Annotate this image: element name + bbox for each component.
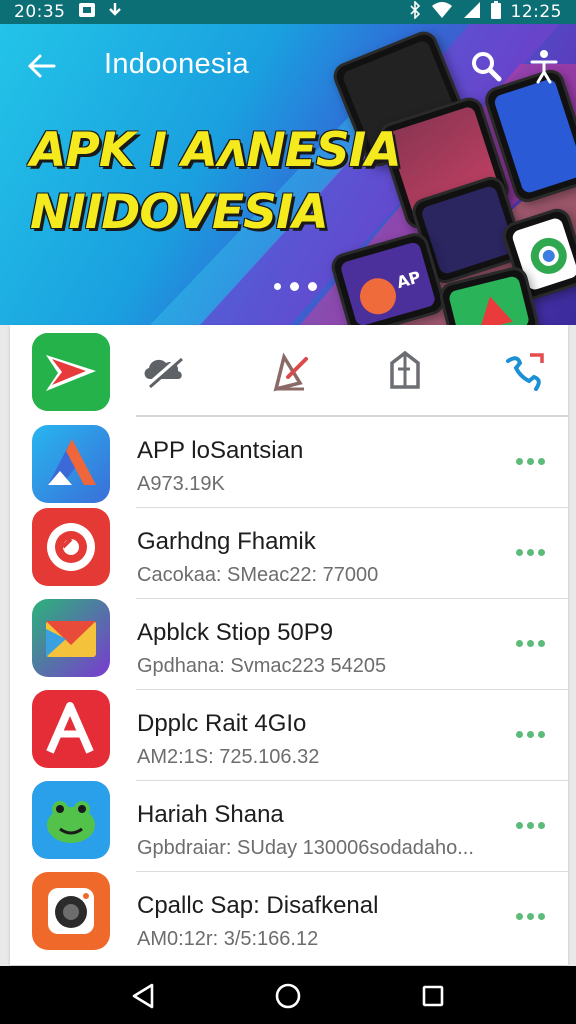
- status-time-secondary: 12:25: [510, 2, 562, 22]
- triangle-app-icon: [32, 425, 110, 503]
- quick-action-cloud[interactable]: [140, 347, 190, 393]
- battery-icon: [490, 0, 501, 24]
- status-bar: 20:35 12:25: [0, 0, 576, 24]
- camera-app-icon: [32, 872, 110, 950]
- app-subtitle: A973.19K: [137, 473, 225, 495]
- app-subtitle: AM2:1S: 725.106.32: [137, 746, 320, 768]
- list-item[interactable]: Apblck Stiop 50P9 Gpdhana: Svmac223 5420…: [10, 599, 568, 690]
- quick-actions-row: [10, 325, 568, 417]
- carousel-indicator[interactable]: [274, 282, 317, 291]
- nav-home-button[interactable]: [271, 979, 305, 1013]
- app-list-card: APP loSantsian A973.19K Garhdng Fhamik C…: [10, 325, 568, 965]
- more-options-button[interactable]: [516, 546, 550, 558]
- mail-app-icon: [32, 599, 110, 677]
- list-item[interactable]: Dpplc Rait 4GIo AM2:1S: 725.106.32: [10, 690, 568, 781]
- list-item[interactable]: APP loSantsian A973.19K: [10, 417, 568, 508]
- notification-icon: [78, 2, 96, 23]
- wifi-icon: [431, 1, 453, 24]
- letter-a-app-icon: [32, 690, 110, 768]
- app-subtitle: Gpdhana: Svmac223 54205: [137, 655, 387, 677]
- app-title: Cpallc Sap: Disafkenal: [137, 892, 379, 919]
- banner-headline: APK I AʌNESIA NIIDOVESIA: [30, 120, 402, 244]
- app-title: Garhdng Fhamik: [137, 528, 316, 555]
- nav-recents-button[interactable]: [416, 979, 450, 1013]
- gear-app-icon: [32, 508, 110, 586]
- banner-headline-line-2: NIIDOVESIA: [30, 185, 329, 240]
- search-button[interactable]: [466, 46, 506, 86]
- more-options-button[interactable]: [516, 819, 550, 831]
- navigation-bar: [0, 966, 576, 1024]
- play-store-icon: [32, 333, 110, 411]
- list-item[interactable]: Hariah Shana Gpbdraiar: SUday 130006soda…: [10, 781, 568, 872]
- accessibility-button[interactable]: [526, 46, 562, 86]
- app-bar: Indoonesia: [0, 24, 576, 106]
- app-subtitle: Gpbdraiar: SUday 130006sodadaho...: [137, 837, 474, 859]
- featured-app-icon[interactable]: [32, 333, 110, 411]
- search-icon: [472, 52, 502, 82]
- carousel-dot: [290, 282, 299, 291]
- hero-banner: AP Indoonesia APK I AʌNESIA NIIDOVESIA: [0, 24, 576, 325]
- banner-app-badge-text: AP: [394, 267, 423, 292]
- app-title: APP loSantsian: [137, 437, 304, 464]
- accessibility-icon: [530, 50, 558, 84]
- edit-icon: [273, 352, 308, 392]
- list-item[interactable]: Garhdng Fhamik Cacokaa: SMeac22: 77000: [10, 508, 568, 599]
- carousel-dot: [274, 283, 281, 290]
- list-item[interactable]: Cpallc Sap: Disafkenal AM0:12r: 3/5:166.…: [10, 872, 568, 963]
- call-icon: [506, 353, 544, 391]
- app-title: Dpplc Rait 4GIo: [137, 710, 307, 737]
- app-subtitle: AM0:12r: 3/5:166.12: [137, 928, 319, 950]
- quick-action-archive[interactable]: [380, 347, 430, 393]
- banner-headline-line-1: APK I AʌNESIA: [30, 123, 402, 178]
- app-title: Apblck Stiop 50P9: [137, 619, 334, 646]
- more-options-button[interactable]: [516, 910, 550, 922]
- page-title: Indoonesia: [104, 48, 249, 80]
- cloud-off-icon: [144, 355, 183, 389]
- frog-app-icon: [32, 781, 110, 859]
- triangle-back-icon: [132, 983, 154, 1009]
- app-title: Hariah Shana: [137, 801, 284, 828]
- bluetooth-icon: [409, 0, 421, 24]
- more-options-button[interactable]: [516, 637, 550, 649]
- signal-icon: [463, 1, 481, 24]
- circle-home-icon: [275, 983, 301, 1009]
- square-recents-icon: [422, 985, 444, 1007]
- app-subtitle: Cacokaa: SMeac22: 77000: [137, 564, 379, 586]
- more-options-button[interactable]: [516, 728, 550, 740]
- download-icon: [108, 2, 122, 23]
- arrow-left-icon: [27, 54, 56, 78]
- carousel-dot: [308, 282, 317, 291]
- back-button[interactable]: [22, 46, 62, 86]
- more-options-button[interactable]: [516, 455, 550, 467]
- quick-action-call[interactable]: [500, 347, 550, 393]
- archive-icon: [390, 350, 420, 389]
- app-list: APP loSantsian A973.19K Garhdng Fhamik C…: [10, 417, 568, 963]
- status-time: 20:35: [14, 2, 66, 22]
- quick-action-edit[interactable]: [264, 347, 314, 393]
- nav-back-button[interactable]: [126, 979, 160, 1013]
